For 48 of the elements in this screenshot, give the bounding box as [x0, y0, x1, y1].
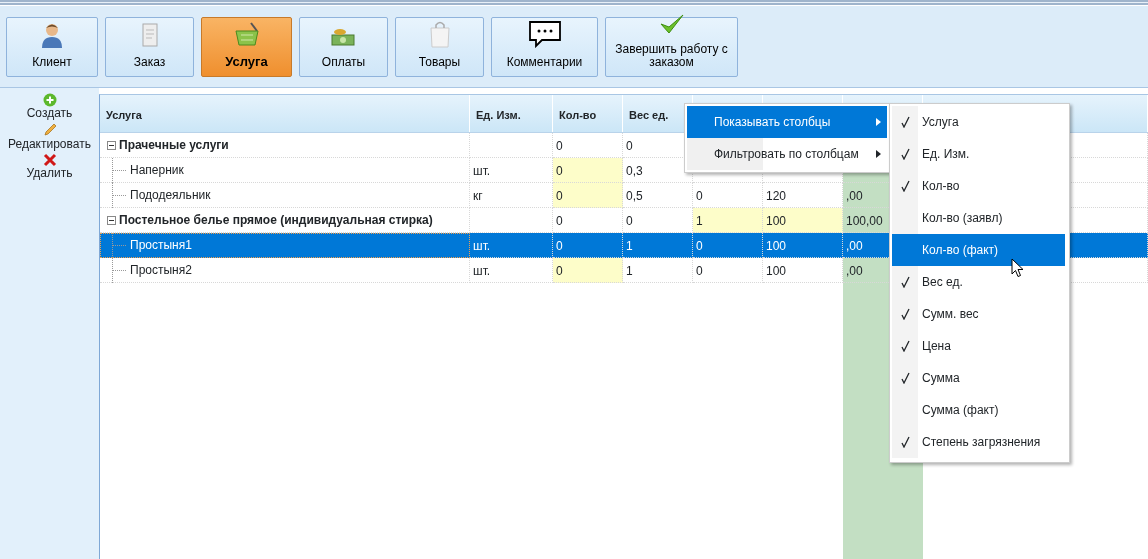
- action-link[interactable]: Редактировать: [8, 138, 91, 152]
- table-cell: 0: [553, 183, 623, 208]
- table-cell: 1: [623, 258, 693, 283]
- column-header[interactable]: Ед. Изм.: [470, 95, 553, 132]
- toolbar-button[interactable]: Клиент: [6, 17, 98, 77]
- toolbar-button[interactable]: Товары: [395, 17, 484, 77]
- toolbar-button[interactable]: Завершить работу с заказом: [605, 17, 738, 77]
- tree-cell[interactable]: Простыня1: [100, 233, 470, 258]
- column-header[interactable]: Услуга: [100, 95, 470, 132]
- table-cell: 0: [553, 258, 623, 283]
- column-header[interactable]: Кол-во: [553, 95, 623, 132]
- table-cell: 0: [693, 233, 763, 258]
- table-cell: 100: [763, 233, 843, 258]
- table-cell: 0,5: [623, 183, 693, 208]
- tree-cell[interactable]: Прачечные услуги: [100, 133, 470, 158]
- collapse-icon[interactable]: [107, 140, 116, 150]
- tree-cell[interactable]: Наперник: [100, 158, 470, 183]
- action-link[interactable]: Удалить: [26, 167, 73, 181]
- collapse-icon[interactable]: [107, 215, 116, 225]
- add-icon: [42, 93, 57, 107]
- tree-cell[interactable]: Пододеяльник: [100, 183, 470, 208]
- table-cell: 1: [693, 208, 763, 233]
- speech-bubble-icon: [527, 19, 562, 48]
- action-link[interactable]: Создать: [26, 107, 73, 121]
- delete-icon: [42, 153, 57, 168]
- toolbar-button[interactable]: Оплаты: [299, 17, 388, 77]
- toolbar-button[interactable]: Комментарии: [491, 17, 598, 77]
- tree-cell[interactable]: Простыня2: [100, 258, 470, 283]
- menu-item[interactable]: Кол-во (факт): [892, 234, 1065, 266]
- person-icon: [40, 21, 64, 48]
- document-icon: [139, 21, 160, 48]
- submenu-arrow-icon: [876, 150, 881, 158]
- checkmark-icon: [658, 12, 685, 35]
- pencil-icon: [41, 122, 58, 139]
- cursor-icon: [1011, 258, 1024, 278]
- table-cell: шт.: [470, 233, 553, 258]
- toolbar-button[interactable]: Заказ: [105, 17, 194, 77]
- table-cell: 0: [553, 233, 623, 258]
- table-cell: 100: [763, 208, 843, 233]
- table-cell: 0: [693, 258, 763, 283]
- toolbar-button[interactable]: Услуга: [201, 17, 292, 77]
- submenu-arrow-icon: [876, 118, 881, 126]
- basket-icon: [232, 20, 261, 47]
- menu-item[interactable]: Показывать столбцы: [687, 106, 887, 138]
- bag-icon: [428, 19, 451, 48]
- table-cell: 1: [623, 233, 693, 258]
- table-cell: 0: [553, 158, 623, 183]
- column-header[interactable]: Вес ед.: [623, 95, 693, 132]
